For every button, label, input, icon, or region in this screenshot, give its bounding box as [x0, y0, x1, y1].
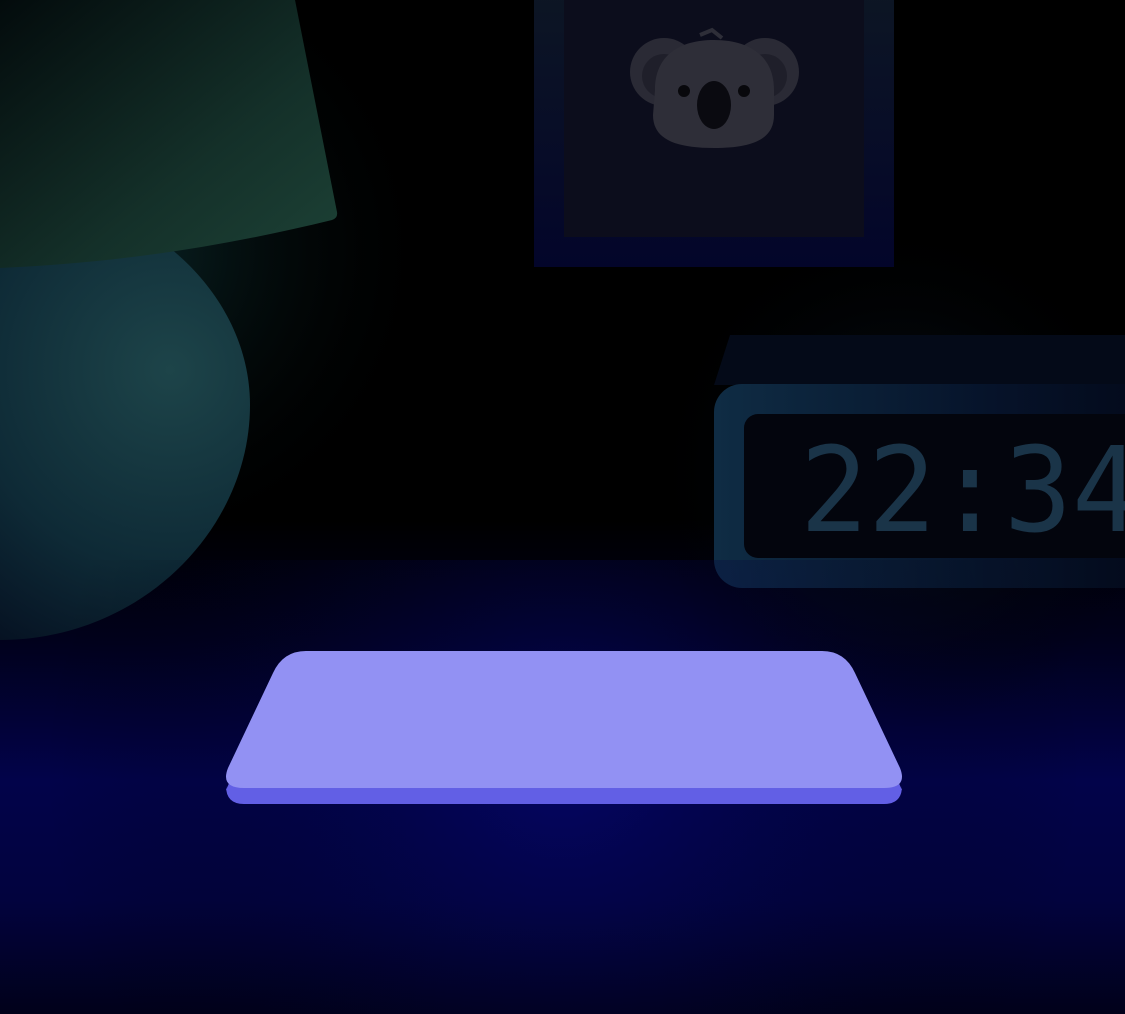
lamp-shade: [0, 0, 338, 268]
scene-canvas: 22:34: [0, 0, 1125, 1014]
clock-time: 22:34: [800, 421, 1125, 559]
clock-top-face: [714, 335, 1125, 385]
phone-screen[interactable]: [226, 651, 902, 788]
phone[interactable]: [226, 651, 902, 804]
digital-clock: 22:34: [714, 335, 1125, 588]
picture-frame: [534, 0, 894, 267]
night-scene: 22:34: [0, 0, 1125, 1014]
